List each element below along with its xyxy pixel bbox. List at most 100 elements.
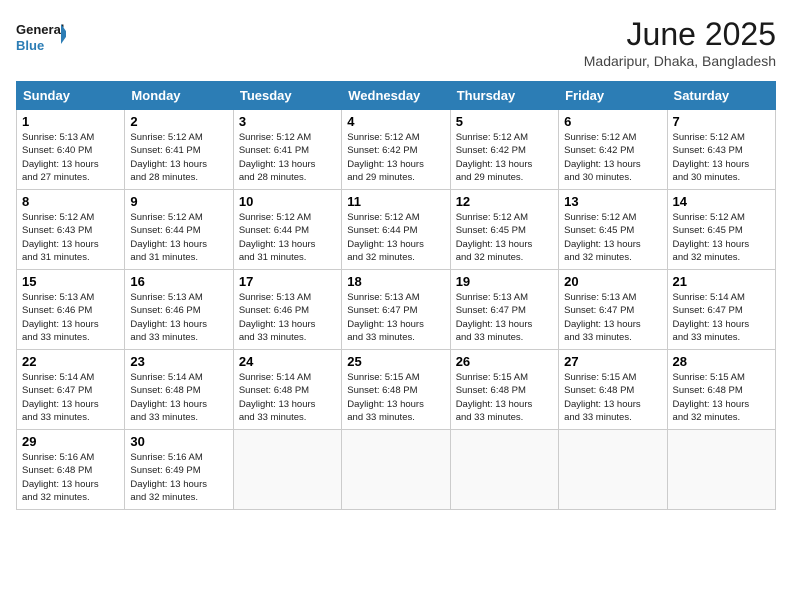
cell-info: Sunrise: 5:12 AMSunset: 6:45 PMDaylight:… — [673, 211, 770, 264]
day-number: 13 — [564, 194, 661, 209]
title-area: June 2025 Madaripur, Dhaka, Bangladesh — [584, 16, 776, 69]
table-row: 13 Sunrise: 5:12 AMSunset: 6:45 PMDayligh… — [559, 190, 667, 270]
day-number: 28 — [673, 354, 770, 369]
table-row: 26 Sunrise: 5:15 AMSunset: 6:48 PMDayligh… — [450, 350, 558, 430]
table-row: 27 Sunrise: 5:15 AMSunset: 6:48 PMDayligh… — [559, 350, 667, 430]
day-number: 17 — [239, 274, 336, 289]
day-number: 6 — [564, 114, 661, 129]
cell-info: Sunrise: 5:14 AMSunset: 6:47 PMDaylight:… — [673, 291, 770, 344]
day-number: 5 — [456, 114, 553, 129]
cell-info: Sunrise: 5:13 AMSunset: 6:47 PMDaylight:… — [347, 291, 444, 344]
cell-info: Sunrise: 5:13 AMSunset: 6:40 PMDaylight:… — [22, 131, 119, 184]
table-row: 10Sunrise: 5:12 AMSunset: 6:44 PMDayligh… — [233, 190, 341, 270]
table-row: 29Sunrise: 5:16 AMSunset: 6:48 PMDayligh… — [17, 430, 125, 510]
table-row: 17 Sunrise: 5:13 AMSunset: 6:46 PMDayligh… — [233, 270, 341, 350]
cell-info: Sunrise: 5:13 AMSunset: 6:46 PMDaylight:… — [239, 291, 336, 344]
svg-text:General: General — [16, 22, 64, 37]
cell-info: Sunrise: 5:15 AMSunset: 6:48 PMDaylight:… — [347, 371, 444, 424]
table-row: 21 Sunrise: 5:14 AMSunset: 6:47 PMDayligh… — [667, 270, 775, 350]
day-number: 30 — [130, 434, 227, 449]
cell-info: Sunrise: 5:12 AMSunset: 6:44 PMDaylight:… — [347, 211, 444, 264]
svg-text:Blue: Blue — [16, 38, 44, 53]
table-row — [233, 430, 341, 510]
day-number: 4 — [347, 114, 444, 129]
cell-info: Sunrise: 5:13 AMSunset: 6:46 PMDaylight:… — [130, 291, 227, 344]
table-row: 4 Sunrise: 5:12 AMSunset: 6:42 PMDaylight… — [342, 110, 450, 190]
calendar-table: SundayMondayTuesdayWednesdayThursdayFrid… — [16, 81, 776, 510]
header-cell-tuesday: Tuesday — [233, 82, 341, 110]
table-row: 28 Sunrise: 5:15 AMSunset: 6:48 PMDayligh… — [667, 350, 775, 430]
cell-info: Sunrise: 5:14 AMSunset: 6:47 PMDaylight:… — [22, 371, 119, 424]
table-row: 22Sunrise: 5:14 AMSunset: 6:47 PMDayligh… — [17, 350, 125, 430]
week-row-0: 1 Sunrise: 5:13 AMSunset: 6:40 PMDaylight… — [17, 110, 776, 190]
cell-info: Sunrise: 5:12 AMSunset: 6:45 PMDaylight:… — [564, 211, 661, 264]
header-row: SundayMondayTuesdayWednesdayThursdayFrid… — [17, 82, 776, 110]
table-row: 16 Sunrise: 5:13 AMSunset: 6:46 PMDayligh… — [125, 270, 233, 350]
table-row: 1 Sunrise: 5:13 AMSunset: 6:40 PMDaylight… — [17, 110, 125, 190]
location-subtitle: Madaripur, Dhaka, Bangladesh — [584, 53, 776, 69]
day-number: 20 — [564, 274, 661, 289]
table-row: 9 Sunrise: 5:12 AMSunset: 6:44 PMDaylight… — [125, 190, 233, 270]
day-number: 19 — [456, 274, 553, 289]
table-row: 7Sunrise: 5:12 AMSunset: 6:43 PMDaylight… — [667, 110, 775, 190]
header-cell-wednesday: Wednesday — [342, 82, 450, 110]
cell-info: Sunrise: 5:12 AMSunset: 6:42 PMDaylight:… — [456, 131, 553, 184]
cell-info: Sunrise: 5:14 AMSunset: 6:48 PMDaylight:… — [130, 371, 227, 424]
table-row: 24 Sunrise: 5:14 AMSunset: 6:48 PMDayligh… — [233, 350, 341, 430]
day-number: 24 — [239, 354, 336, 369]
table-row: 12Sunrise: 5:12 AMSunset: 6:45 PMDayligh… — [450, 190, 558, 270]
table-row — [667, 430, 775, 510]
table-row: 18 Sunrise: 5:13 AMSunset: 6:47 PMDayligh… — [342, 270, 450, 350]
table-row: 30 Sunrise: 5:16 AMSunset: 6:49 PMDayligh… — [125, 430, 233, 510]
table-row: 15 Sunrise: 5:13 AMSunset: 6:46 PMDayligh… — [17, 270, 125, 350]
table-row — [342, 430, 450, 510]
logo: General Blue — [16, 16, 66, 56]
cell-info: Sunrise: 5:13 AMSunset: 6:47 PMDaylight:… — [564, 291, 661, 344]
day-number: 14 — [673, 194, 770, 209]
cell-info: Sunrise: 5:12 AMSunset: 6:41 PMDaylight:… — [239, 131, 336, 184]
page-header: General Blue June 2025 Madaripur, Dhaka,… — [16, 16, 776, 69]
header-cell-saturday: Saturday — [667, 82, 775, 110]
day-number: 21 — [673, 274, 770, 289]
cell-info: Sunrise: 5:15 AMSunset: 6:48 PMDaylight:… — [673, 371, 770, 424]
table-row — [559, 430, 667, 510]
header-cell-monday: Monday — [125, 82, 233, 110]
day-number: 27 — [564, 354, 661, 369]
day-number: 2 — [130, 114, 227, 129]
cell-info: Sunrise: 5:15 AMSunset: 6:48 PMDaylight:… — [456, 371, 553, 424]
day-number: 23 — [130, 354, 227, 369]
day-number: 16 — [130, 274, 227, 289]
day-number: 26 — [456, 354, 553, 369]
table-row: 19 Sunrise: 5:13 AMSunset: 6:47 PMDayligh… — [450, 270, 558, 350]
table-row: 2 Sunrise: 5:12 AMSunset: 6:41 PMDaylight… — [125, 110, 233, 190]
day-number: 11 — [347, 194, 444, 209]
cell-info: Sunrise: 5:16 AMSunset: 6:48 PMDaylight:… — [22, 451, 119, 504]
cell-info: Sunrise: 5:13 AMSunset: 6:47 PMDaylight:… — [456, 291, 553, 344]
day-number: 15 — [22, 274, 119, 289]
week-row-4: 29Sunrise: 5:16 AMSunset: 6:48 PMDayligh… — [17, 430, 776, 510]
cell-info: Sunrise: 5:16 AMSunset: 6:49 PMDaylight:… — [130, 451, 227, 504]
table-row: 5 Sunrise: 5:12 AMSunset: 6:42 PMDaylight… — [450, 110, 558, 190]
cell-info: Sunrise: 5:14 AMSunset: 6:48 PMDaylight:… — [239, 371, 336, 424]
cell-info: Sunrise: 5:12 AMSunset: 6:42 PMDaylight:… — [564, 131, 661, 184]
cell-info: Sunrise: 5:12 AMSunset: 6:41 PMDaylight:… — [130, 131, 227, 184]
header-cell-friday: Friday — [559, 82, 667, 110]
cell-info: Sunrise: 5:12 AMSunset: 6:44 PMDaylight:… — [130, 211, 227, 264]
cell-info: Sunrise: 5:13 AMSunset: 6:46 PMDaylight:… — [22, 291, 119, 344]
day-number: 9 — [130, 194, 227, 209]
day-number: 1 — [22, 114, 119, 129]
week-row-1: 8Sunrise: 5:12 AMSunset: 6:43 PMDaylight… — [17, 190, 776, 270]
header-cell-sunday: Sunday — [17, 82, 125, 110]
day-number: 10 — [239, 194, 336, 209]
header-cell-thursday: Thursday — [450, 82, 558, 110]
week-row-2: 15 Sunrise: 5:13 AMSunset: 6:46 PMDayligh… — [17, 270, 776, 350]
table-row: 25Sunrise: 5:15 AMSunset: 6:48 PMDayligh… — [342, 350, 450, 430]
table-row: 6 Sunrise: 5:12 AMSunset: 6:42 PMDaylight… — [559, 110, 667, 190]
day-number: 12 — [456, 194, 553, 209]
cell-info: Sunrise: 5:15 AMSunset: 6:48 PMDaylight:… — [564, 371, 661, 424]
cell-info: Sunrise: 5:12 AMSunset: 6:43 PMDaylight:… — [22, 211, 119, 264]
day-number: 18 — [347, 274, 444, 289]
table-row: 3Sunrise: 5:12 AMSunset: 6:41 PMDaylight… — [233, 110, 341, 190]
cell-info: Sunrise: 5:12 AMSunset: 6:43 PMDaylight:… — [673, 131, 770, 184]
cell-info: Sunrise: 5:12 AMSunset: 6:42 PMDaylight:… — [347, 131, 444, 184]
